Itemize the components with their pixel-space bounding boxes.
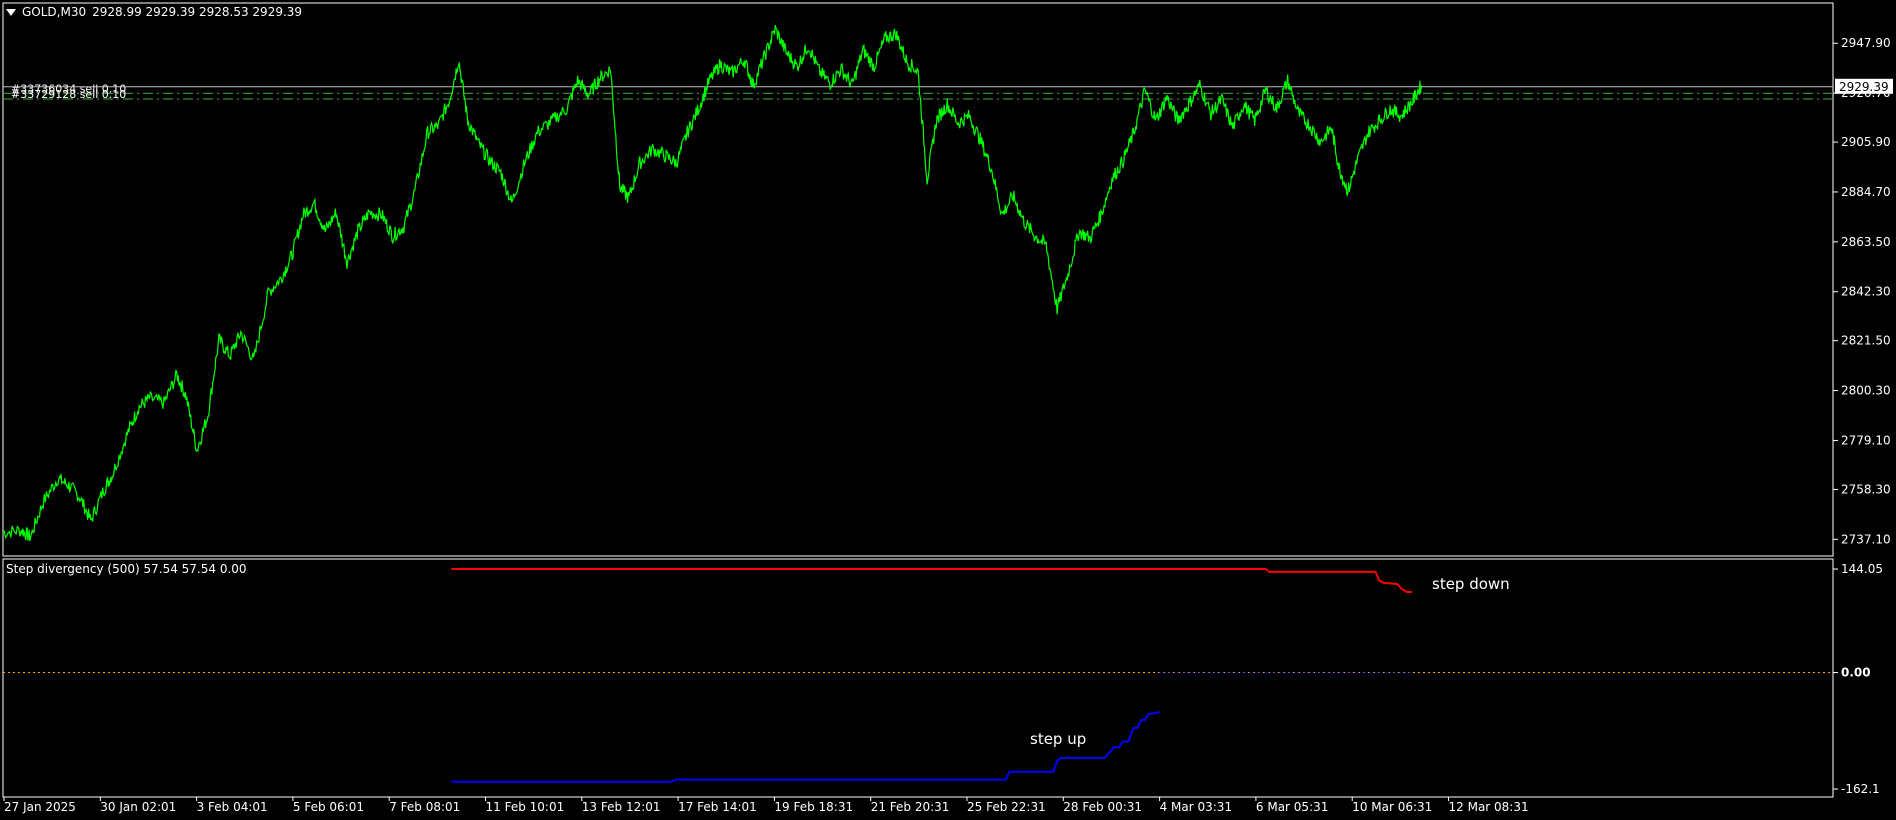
y-tick-label: 2758.30 [1841, 482, 1891, 496]
x-tick-label: 13 Feb 12:01 [582, 800, 661, 814]
main-chart-header: GOLD,M30 2928.99 2929.39 2928.53 2929.39 [6, 5, 302, 19]
step-down-annotation: step down [1432, 575, 1510, 593]
x-tick-label: 4 Mar 03:31 [1160, 800, 1233, 814]
x-tick-label: 21 Feb 20:31 [871, 800, 950, 814]
x-tick-label: 12 Mar 08:31 [1449, 800, 1529, 814]
x-tick-label: 30 Jan 02:01 [100, 800, 176, 814]
y-tick-label: 2821.50 [1841, 334, 1891, 348]
x-tick-label: 11 Feb 10:01 [486, 800, 565, 814]
symbol-label: GOLD,M30 [22, 5, 87, 19]
y-tick-label: 2800.30 [1841, 384, 1891, 398]
dropdown-triangle-icon[interactable] [6, 8, 16, 16]
y-tick-label: 2947.90 [1841, 36, 1891, 50]
x-tick-label: 27 Jan 2025 [4, 800, 76, 814]
main-chart-frame [2, 2, 1834, 557]
y-tick-label: 2779.10 [1841, 433, 1891, 447]
y-tick-label: 2737.10 [1841, 532, 1891, 546]
step-down-series [451, 568, 1413, 593]
step-up-annotation: step up [1030, 730, 1086, 748]
indicator-frame [2, 558, 1834, 798]
x-tick-label: 28 Feb 00:31 [1063, 800, 1142, 814]
x-tick-label: 6 Mar 05:31 [1256, 800, 1329, 814]
y-tick-label: 2842.30 [1841, 285, 1891, 299]
x-tick-label: 5 Feb 06:01 [293, 800, 364, 814]
x-tick-label: 25 Feb 22:31 [967, 800, 1046, 814]
indicator-y-tick-label: 0.00 [1841, 666, 1871, 680]
indicator-header: Step divergency (500) 57.54 57.54 0.00 [6, 562, 247, 576]
ohlc-values: 2928.99 2929.39 2928.53 2929.39 [92, 5, 303, 19]
indicator-y-tick-label: -162.1 [1841, 782, 1880, 796]
x-tick-label: 19 Feb 18:31 [774, 800, 853, 814]
chart-canvas[interactable]: 2947.902926.702905.902884.702863.502842.… [0, 0, 1896, 820]
current-price-label: 2929.39 [1839, 80, 1889, 94]
y-tick-label: 2884.70 [1841, 185, 1891, 199]
x-tick-label: 3 Feb 04:01 [197, 800, 268, 814]
x-tick-label: 7 Feb 08:01 [389, 800, 460, 814]
y-tick-label: 2863.50 [1841, 235, 1891, 249]
order-label: #33729128 sell 0.10 [11, 88, 126, 101]
x-tick-label: 10 Mar 06:31 [1352, 800, 1432, 814]
indicator-y-tick-label: 144.05 [1841, 562, 1883, 576]
y-tick-label: 2905.90 [1841, 135, 1891, 149]
price-line-series [2, 24, 1422, 542]
x-tick-label: 17 Feb 14:01 [678, 800, 757, 814]
